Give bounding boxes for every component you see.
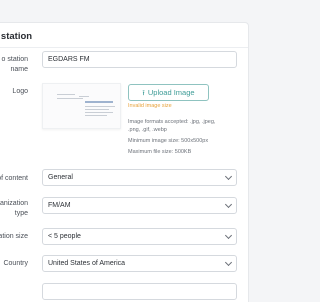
organization-type-label: anization type xyxy=(0,199,28,219)
station-settings-card: e station o station name EGDARS FM Logo … xyxy=(0,22,249,302)
country-label: Country xyxy=(3,260,28,267)
station-name-value: EGDARS FM xyxy=(48,56,90,63)
station-name-label-line2: name xyxy=(10,66,28,73)
content-type-label: of content xyxy=(0,175,28,182)
chevron-down-icon xyxy=(224,172,233,181)
country-value: United States of America xyxy=(48,260,126,267)
title-divider xyxy=(0,47,248,48)
station-name-label-line1: o station xyxy=(1,56,28,63)
image-format-hint-1: Image formats accepted: .jpg, .jpeg, xyxy=(128,119,216,125)
max-file-size-hint: Maximum file size: 500KB xyxy=(128,149,192,155)
organization-size-label: ation size xyxy=(0,233,28,240)
organization-type-label-line1: anization xyxy=(0,200,28,207)
image-format-hint-2: .png, .gif, .webp xyxy=(128,127,167,133)
section-title: e station xyxy=(0,31,33,42)
organization-type-select[interactable]: FM/AM xyxy=(42,197,237,214)
chevron-down-icon xyxy=(224,231,233,240)
chevron-down-icon xyxy=(224,200,233,209)
station-name-input[interactable]: EGDARS FM xyxy=(42,51,237,68)
logo-preview-image xyxy=(42,83,121,129)
upload-icon: ⭱ xyxy=(142,90,145,97)
invalid-image-warning: Invalid image size xyxy=(128,103,172,109)
next-field-partial[interactable] xyxy=(42,283,237,300)
upload-image-button[interactable]: ⭱ Upload Image xyxy=(128,84,209,101)
organization-size-select[interactable]: < 5 people xyxy=(42,228,237,245)
upload-image-label: Upload Image xyxy=(147,88,195,97)
organization-type-label-line2: type xyxy=(14,210,28,217)
chevron-down-icon xyxy=(224,258,233,267)
min-image-size-hint: Minimum image size: 500x500px xyxy=(128,138,209,144)
content-type-select[interactable]: General xyxy=(42,169,237,186)
logo-label: Logo xyxy=(12,88,28,95)
country-select[interactable]: United States of America xyxy=(42,255,237,272)
organization-size-value: < 5 people xyxy=(48,233,81,240)
organization-type-value: FM/AM xyxy=(48,202,71,209)
station-name-label: o station name xyxy=(2,55,28,75)
content-type-value: General xyxy=(48,174,73,181)
